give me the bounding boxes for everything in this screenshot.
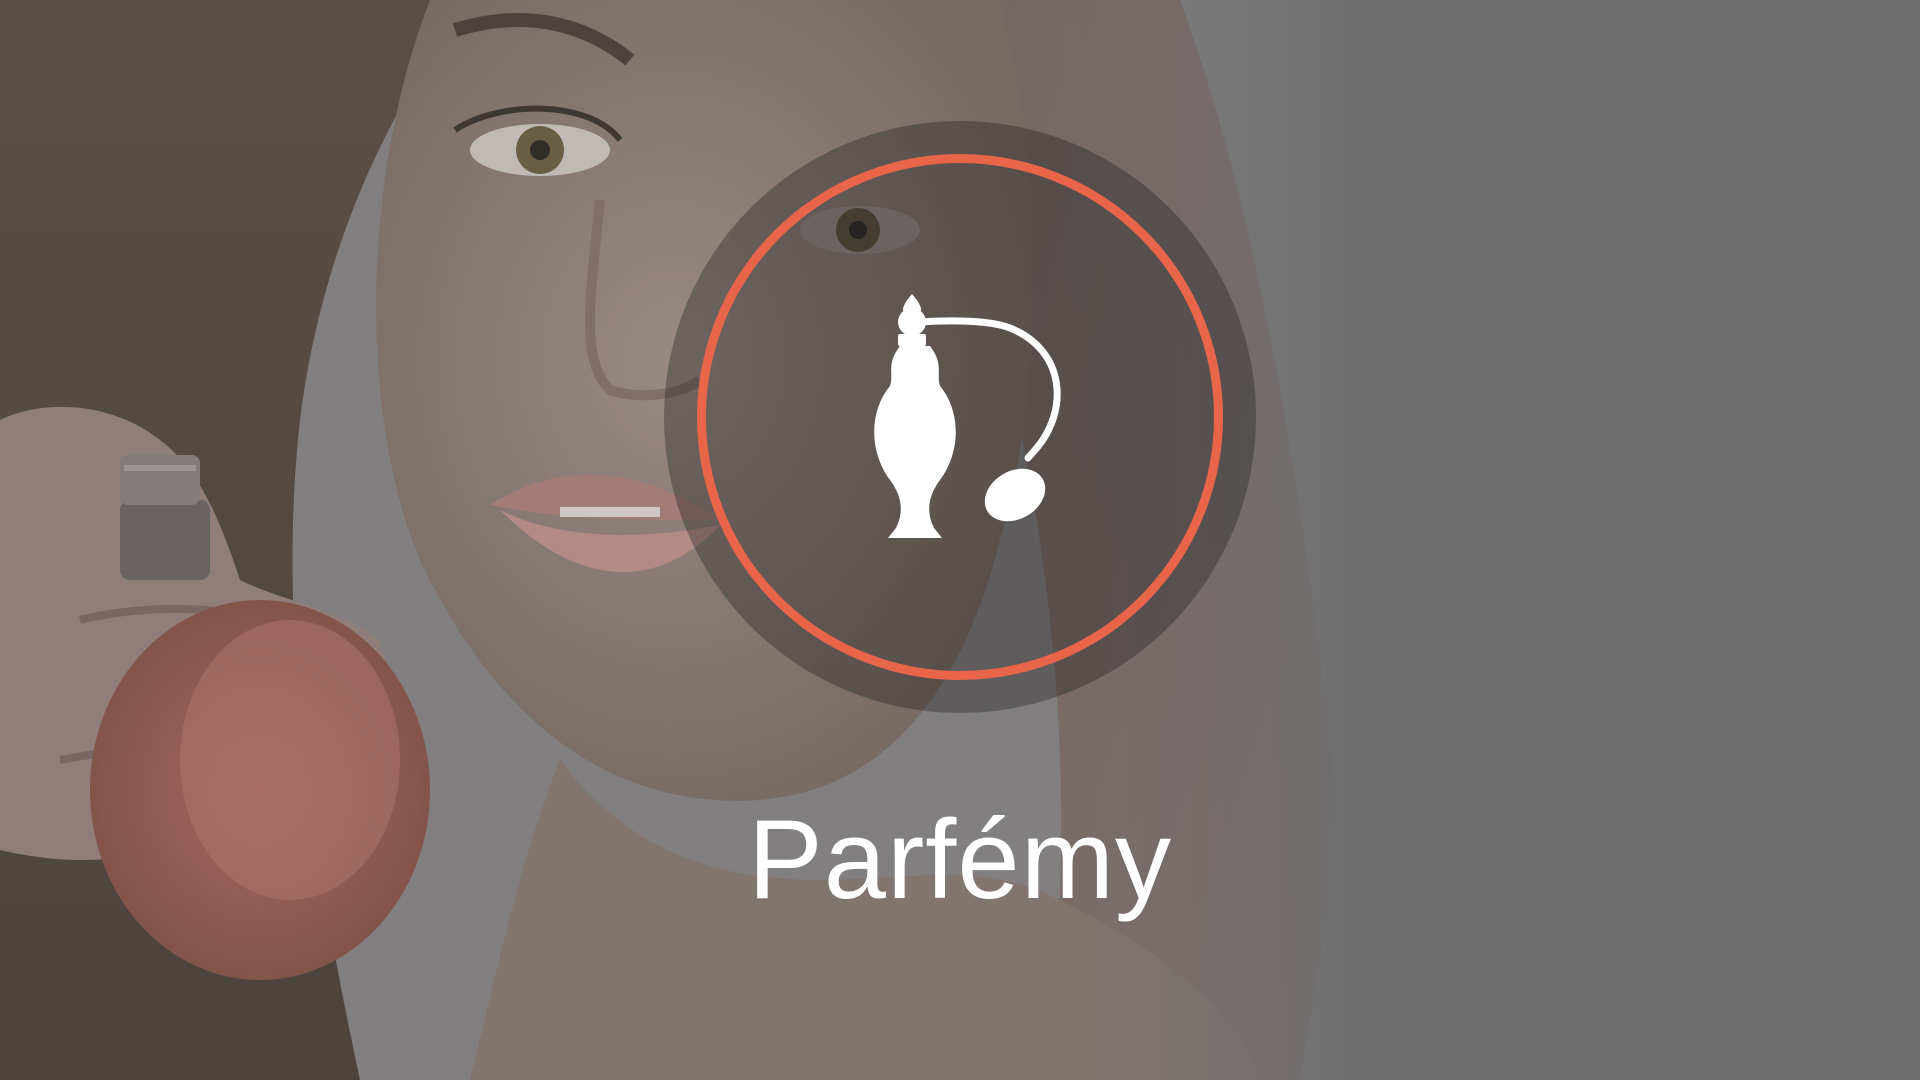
- perfume-atomizer-icon: [860, 290, 1100, 550]
- category-tile[interactable]: Parfémy: [0, 0, 1920, 1080]
- category-title: Parfémy: [748, 797, 1172, 922]
